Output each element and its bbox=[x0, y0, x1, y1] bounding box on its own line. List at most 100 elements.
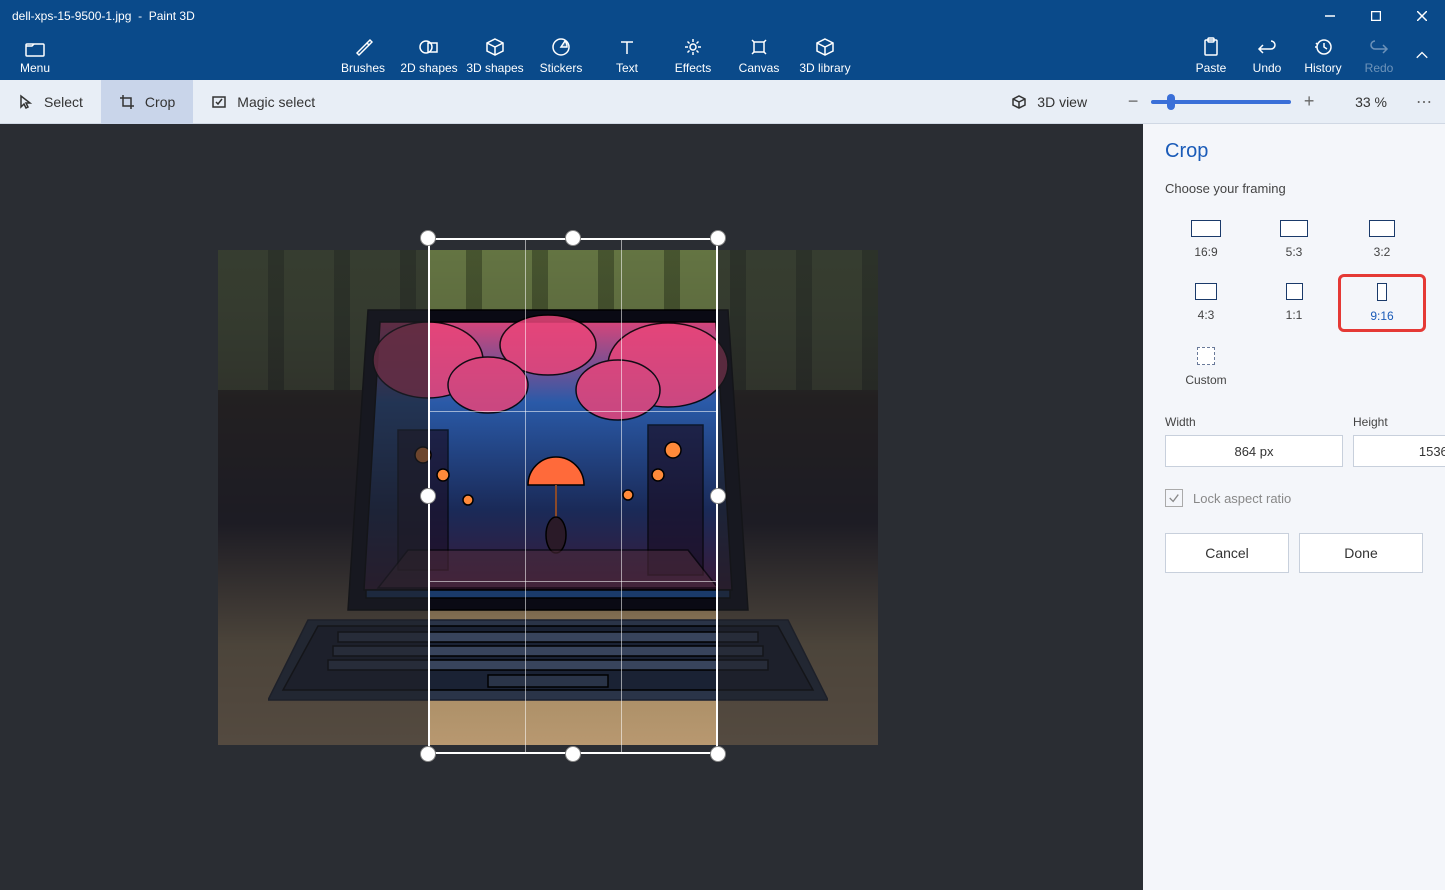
ribbon-tools: Brushes 2D shapes 3D shapes Stickers Tex… bbox=[330, 37, 858, 75]
framing-4-3[interactable]: 4:3 bbox=[1165, 277, 1247, 329]
crop-handle-se[interactable] bbox=[710, 746, 726, 762]
zoom-controls: − + bbox=[1105, 84, 1337, 120]
zoom-out-button[interactable]: − bbox=[1115, 84, 1151, 120]
stickers-tool[interactable]: Stickers bbox=[528, 37, 594, 75]
framing-label: 5:3 bbox=[1286, 245, 1303, 259]
framing-shape-icon bbox=[1195, 283, 1217, 300]
text-tool[interactable]: Text bbox=[594, 37, 660, 75]
framing-custom[interactable]: Custom bbox=[1165, 341, 1247, 393]
library-icon bbox=[815, 37, 835, 57]
framing-label: 4:3 bbox=[1198, 308, 1215, 322]
framing-shape-icon bbox=[1377, 283, 1387, 301]
crop-icon bbox=[119, 94, 135, 110]
undo-button[interactable]: Undo bbox=[1239, 37, 1295, 75]
width-label: Width bbox=[1165, 415, 1343, 429]
stickers-icon bbox=[551, 37, 571, 57]
framing-label: Custom bbox=[1185, 373, 1226, 387]
more-button[interactable]: ⋯ bbox=[1405, 82, 1445, 122]
effects-tool[interactable]: Effects bbox=[660, 37, 726, 75]
collapse-ribbon-button[interactable] bbox=[1407, 41, 1437, 71]
framing-1-1[interactable]: 1:1 bbox=[1253, 277, 1335, 329]
framing-shape-icon bbox=[1286, 283, 1303, 300]
redo-button: Redo bbox=[1351, 37, 1407, 75]
panel-title: Crop bbox=[1165, 140, 1423, 163]
done-button[interactable]: Done bbox=[1299, 533, 1423, 573]
library3d-tool[interactable]: 3D library bbox=[792, 37, 858, 75]
dimensions-row: Width Height bbox=[1165, 415, 1423, 467]
effects-icon bbox=[683, 37, 703, 57]
height-label: Height bbox=[1353, 415, 1445, 429]
view3d-icon bbox=[1011, 94, 1027, 110]
canvas-tool[interactable]: Canvas bbox=[726, 37, 792, 75]
history-icon bbox=[1313, 37, 1333, 57]
lock-aspect-row[interactable]: Lock aspect ratio bbox=[1165, 489, 1423, 507]
crop-handle-ne[interactable] bbox=[710, 230, 726, 246]
undo-icon bbox=[1257, 37, 1277, 57]
crop-handle-nw[interactable] bbox=[420, 230, 436, 246]
shape2d-icon bbox=[419, 37, 439, 57]
folder-icon bbox=[25, 39, 45, 59]
canvas-icon bbox=[749, 37, 769, 57]
framing-label: 3:2 bbox=[1374, 245, 1391, 259]
framing-16-9[interactable]: 16:9 bbox=[1165, 214, 1247, 265]
framing-shape-icon bbox=[1280, 220, 1308, 237]
zoom-slider[interactable] bbox=[1151, 100, 1291, 104]
crop-handle-w[interactable] bbox=[420, 488, 436, 504]
crop-thirds-grid bbox=[430, 240, 716, 752]
framing-3-2[interactable]: 3:2 bbox=[1341, 214, 1423, 265]
shapes3d-tool[interactable]: 3D shapes bbox=[462, 37, 528, 75]
crop-tool-button[interactable]: Crop bbox=[101, 80, 193, 124]
framing-shape-icon bbox=[1369, 220, 1395, 237]
brushes-tool[interactable]: Brushes bbox=[330, 37, 396, 75]
magic-select-icon bbox=[211, 94, 227, 110]
select-tool-button[interactable]: Select bbox=[0, 80, 101, 124]
panel-buttons: Cancel Done bbox=[1165, 533, 1423, 573]
file-name: dell-xps-15-9500-1.jpg bbox=[12, 9, 131, 23]
framing-5-3[interactable]: 5:3 bbox=[1253, 214, 1335, 265]
ribbon-right: Paste Undo History Redo bbox=[1183, 37, 1437, 75]
crop-handle-n[interactable] bbox=[565, 230, 581, 246]
maximize-button[interactable] bbox=[1353, 0, 1399, 32]
shapes2d-tool[interactable]: 2D shapes bbox=[396, 37, 462, 75]
framing-9-16[interactable]: 9:16 bbox=[1341, 277, 1423, 329]
view3d-button[interactable]: 3D view bbox=[993, 94, 1105, 110]
app-name: Paint 3D bbox=[149, 9, 195, 23]
history-button[interactable]: History bbox=[1295, 37, 1351, 75]
framing-label: 9:16 bbox=[1370, 309, 1393, 323]
paste-icon bbox=[1201, 37, 1221, 57]
ribbon: Menu Brushes 2D shapes 3D shapes Sticker… bbox=[0, 32, 1445, 80]
cursor-icon bbox=[18, 94, 34, 110]
framing-grid: 16:9 5:3 3:2 4:3 1:1 9:16 Custom bbox=[1165, 214, 1423, 393]
crop-handle-s[interactable] bbox=[565, 746, 581, 762]
titlebar: dell-xps-15-9500-1.jpg - Paint 3D bbox=[0, 0, 1445, 32]
cancel-button[interactable]: Cancel bbox=[1165, 533, 1289, 573]
panel-subhead: Choose your framing bbox=[1165, 181, 1423, 196]
shape3d-icon bbox=[485, 37, 505, 57]
lock-aspect-label: Lock aspect ratio bbox=[1193, 491, 1291, 506]
lock-aspect-checkbox[interactable] bbox=[1165, 489, 1183, 507]
title-text: dell-xps-15-9500-1.jpg - Paint 3D bbox=[12, 9, 1307, 23]
zoom-value[interactable]: 33 % bbox=[1337, 94, 1405, 110]
canvas-area[interactable] bbox=[0, 124, 1143, 890]
magic-select-button[interactable]: Magic select bbox=[193, 80, 333, 124]
height-input[interactable] bbox=[1353, 435, 1445, 467]
redo-icon bbox=[1369, 37, 1389, 57]
paste-button[interactable]: Paste bbox=[1183, 37, 1239, 75]
crop-frame[interactable] bbox=[428, 238, 718, 754]
crop-handle-sw[interactable] bbox=[420, 746, 436, 762]
workarea: Crop Choose your framing 16:9 5:3 3:2 4:3 1:… bbox=[0, 124, 1445, 890]
framing-shape-icon bbox=[1191, 220, 1221, 237]
crop-handle-e[interactable] bbox=[710, 488, 726, 504]
close-button[interactable] bbox=[1399, 0, 1445, 32]
crop-sidepanel: Crop Choose your framing 16:9 5:3 3:2 4:3 1:… bbox=[1143, 124, 1445, 890]
zoom-in-button[interactable]: + bbox=[1291, 84, 1327, 120]
framing-label: 1:1 bbox=[1286, 308, 1303, 322]
minimize-button[interactable] bbox=[1307, 0, 1353, 32]
menu-button[interactable]: Menu bbox=[0, 37, 70, 75]
framing-shape-icon bbox=[1197, 347, 1215, 365]
width-input[interactable] bbox=[1165, 435, 1343, 467]
window-controls bbox=[1307, 0, 1445, 32]
text-icon bbox=[617, 37, 637, 57]
brush-icon bbox=[353, 37, 373, 57]
menu-label: Menu bbox=[20, 61, 50, 75]
